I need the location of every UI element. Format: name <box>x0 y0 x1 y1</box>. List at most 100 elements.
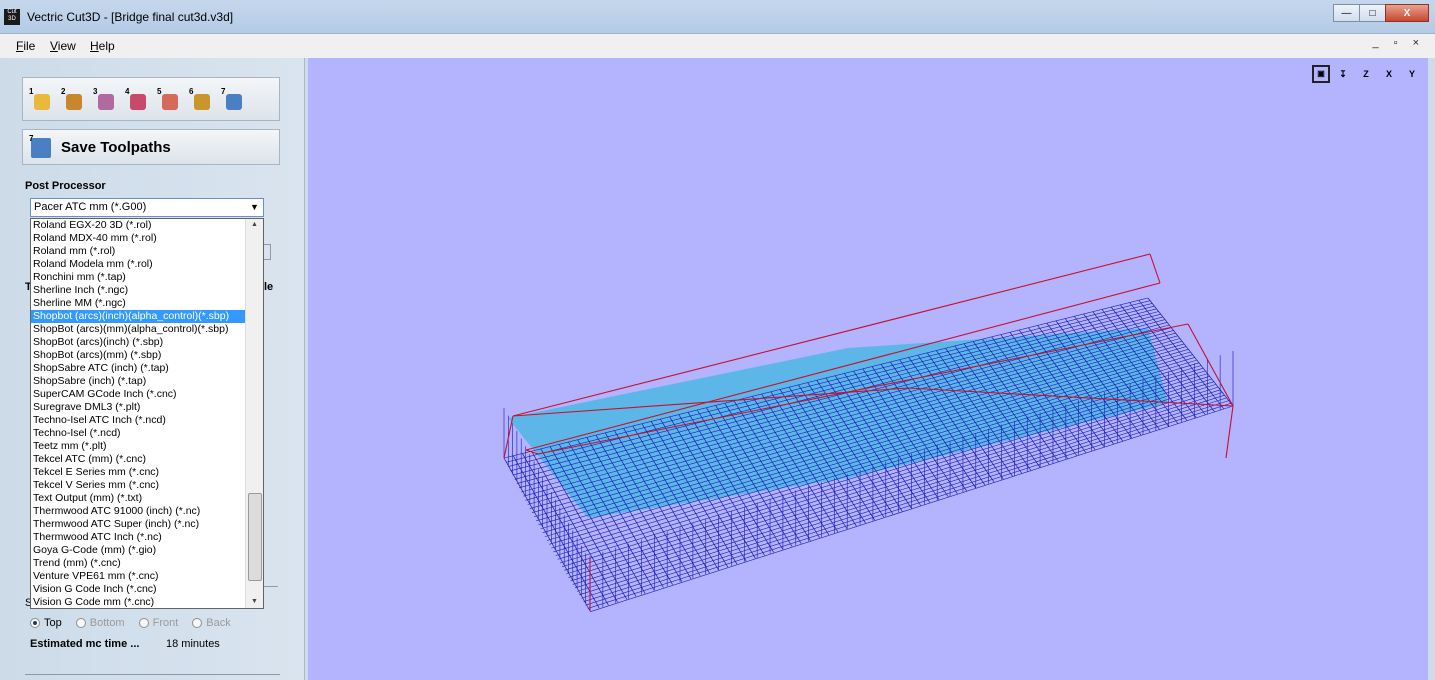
save-toolpaths-icon: 7 <box>29 134 51 158</box>
view-side-top[interactable]: Top <box>30 617 62 629</box>
toolpath-segment <box>1149 253 1161 284</box>
step-icon-shape <box>226 94 242 110</box>
step-icon-shape <box>98 94 114 110</box>
post-processor-option[interactable]: Roland MDX-40 mm (*.rol) <box>31 232 247 245</box>
post-processor-option[interactable]: Venture VPE61 mm (*.cnc) <box>31 570 247 583</box>
view-buttons: ▣ ↧ Z X Y <box>1309 64 1422 84</box>
post-processor-option[interactable]: ShopBot (arcs)(inch) (*.sbp) <box>31 336 247 349</box>
post-processor-option[interactable]: Ronchini mm (*.tap) <box>31 271 247 284</box>
post-processor-option[interactable]: SuperCAM GCode Inch (*.cnc) <box>31 388 247 401</box>
post-processor-option[interactable]: Thermwood ATC Super (inch) (*.nc) <box>31 518 247 531</box>
menu-file[interactable]: File <box>16 39 35 53</box>
post-processor-label: Post Processor <box>25 180 106 192</box>
post-processor-dropdown[interactable]: Roland EGX-20 3D (*.rol) Roland MDX-40 mm… <box>30 218 264 609</box>
step-icon-shape <box>66 94 82 110</box>
step-number: 2 <box>61 87 66 96</box>
menu-bar: File View Help _ ▫ × <box>0 34 1435 58</box>
step-number: 7 <box>221 87 226 96</box>
post-processor-option[interactable]: Goya G-Code (mm) (*.gio) <box>31 544 247 557</box>
post-processor-option[interactable]: Techno-Isel (*.ncd) <box>31 427 247 440</box>
step-number: 5 <box>157 87 162 96</box>
window-title: Vectric Cut3D - [Bridge final cut3d.v3d] <box>27 10 234 24</box>
finishing-toolpath-icon[interactable]: 5 <box>157 87 179 112</box>
radio-label: Front <box>152 617 179 629</box>
post-processor-select[interactable]: Pacer ATC mm (*.G00) ▼ <box>30 198 264 217</box>
save-toolpaths-button[interactable]: 7 Save Toolpaths <box>22 129 280 165</box>
post-processor-option[interactable]: Suregrave DML3 (*.plt) <box>31 401 247 414</box>
post-processor-option[interactable]: ShopBot (arcs)(mm) (*.sbp) <box>31 349 247 362</box>
post-processor-option[interactable]: Shopbot (arcs)(inch)(alpha_control)(*.sb… <box>31 310 247 323</box>
iso-view-icon[interactable]: ↧ <box>1333 64 1353 84</box>
post-processor-option[interactable]: Roland mm (*.rol) <box>31 245 247 258</box>
toolpath-segment <box>1225 405 1234 459</box>
3d-viewport[interactable]: ▣ ↧ Z X Y <box>308 58 1428 680</box>
window-edge <box>1428 58 1435 680</box>
radio-icon <box>192 618 203 628</box>
step-number: 6 <box>189 87 194 96</box>
post-processor-option[interactable]: Vision G Code mm (*.cnc) <box>31 596 247 608</box>
post-processor-option[interactable]: Sherline MM (*.ngc) <box>31 297 247 310</box>
view-side-front[interactable]: Front <box>138 617 179 629</box>
position-model-icon[interactable]: 3 <box>93 87 115 112</box>
step-icon-shape <box>162 94 178 110</box>
post-processor-option[interactable]: Sherline Inch (*.ngc) <box>31 284 247 297</box>
maximize-button[interactable]: □ <box>1359 4 1385 22</box>
radio-label: Bottom <box>89 617 125 629</box>
step-icon-shape <box>34 94 50 110</box>
post-processor-option[interactable]: ShopSabre (inch) (*.tap) <box>31 375 247 388</box>
post-processor-option[interactable]: Roland Modela mm (*.rol) <box>31 258 247 271</box>
chevron-down-icon[interactable]: ▼ <box>246 199 263 216</box>
obscured-control <box>264 244 271 260</box>
zoom-fit-icon[interactable]: ▣ <box>1312 65 1330 83</box>
post-processor-option[interactable]: Trend (mm) (*.cnc) <box>31 557 247 570</box>
estimated-time-value: 18 minutes <box>166 638 220 650</box>
post-processor-option[interactable]: Teetz mm (*.plt) <box>31 440 247 453</box>
post-processor-option[interactable]: Thermwood ATC Inch (*.nc) <box>31 531 247 544</box>
view-x-icon[interactable]: X <box>1379 64 1399 84</box>
menu-help[interactable]: Help <box>90 39 115 53</box>
save-toolpaths-icon[interactable]: 7 <box>221 87 243 112</box>
obscured-label-le: le <box>264 281 274 293</box>
estimated-time-label: Estimated mc time ... <box>30 638 140 650</box>
view-side-radios: Top Bottom Front Back <box>30 617 245 629</box>
view-side-back[interactable]: Back <box>192 617 231 629</box>
post-processor-option[interactable]: Thermwood ATC 91000 (inch) (*.nc) <box>31 505 247 518</box>
scroll-thumb[interactable] <box>248 493 262 581</box>
step-icon-shape <box>194 94 210 110</box>
toolpath-segment <box>1187 323 1234 407</box>
post-processor-option[interactable]: ShopSabre ATC (inch) (*.tap) <box>31 362 247 375</box>
post-processor-option[interactable]: Tekcel E Series mm (*.cnc) <box>31 466 247 479</box>
radio-icon <box>30 618 40 628</box>
panel-divider <box>25 674 280 675</box>
mdi-controls[interactable]: _ ▫ × <box>1372 37 1425 49</box>
menu-view[interactable]: View <box>50 39 76 53</box>
dropdown-list: Roland EGX-20 3D (*.rol) Roland MDX-40 mm… <box>31 219 247 608</box>
post-processor-option[interactable]: ShopBot (arcs)(mm)(alpha_control)(*.sbp) <box>31 323 247 336</box>
view-y-icon[interactable]: Y <box>1402 64 1422 84</box>
radio-icon <box>75 618 86 628</box>
post-processor-selected: Pacer ATC mm (*.G00) <box>34 201 147 213</box>
view-z-icon[interactable]: Z <box>1356 64 1376 84</box>
preview-toolpath-icon[interactable]: 6 <box>189 87 211 112</box>
radio-label: Top <box>44 617 62 629</box>
post-processor-option[interactable]: Techno-Isel ATC Inch (*.ncd) <box>31 414 247 427</box>
view-side-bottom[interactable]: Bottom <box>75 617 125 629</box>
left-panel: 1234567 7 Save Toolpaths Post Processor … <box>0 58 305 680</box>
scroll-down-icon[interactable]: ▼ <box>246 596 263 608</box>
post-processor-option[interactable]: Vision G Code Inch (*.cnc) <box>31 583 247 596</box>
post-processor-option[interactable]: Roland EGX-20 3D (*.rol) <box>31 219 247 232</box>
step-number: 3 <box>93 87 98 96</box>
post-processor-option[interactable]: Tekcel V Series mm (*.cnc) <box>31 479 247 492</box>
orient-model-icon[interactable]: 2 <box>61 87 83 112</box>
scroll-up-icon[interactable]: ▲ <box>246 219 263 231</box>
roughing-toolpath-icon[interactable]: 4 <box>125 87 147 112</box>
save-toolpaths-label: Save Toolpaths <box>61 139 171 156</box>
step-toolbar: 1 2 3 4 5 6 7 <box>22 77 280 121</box>
post-processor-option[interactable]: Tekcel ATC (mm) (*.cnc) <box>31 453 247 466</box>
dropdown-scrollbar[interactable]: ▲ ▼ <box>245 219 263 608</box>
step-number: 4 <box>125 87 130 96</box>
close-button[interactable]: X <box>1385 4 1429 22</box>
open-folder-icon[interactable]: 1 <box>29 87 51 112</box>
post-processor-option[interactable]: Text Output (mm) (*.txt) <box>31 492 247 505</box>
minimize-button[interactable]: — <box>1333 4 1359 22</box>
